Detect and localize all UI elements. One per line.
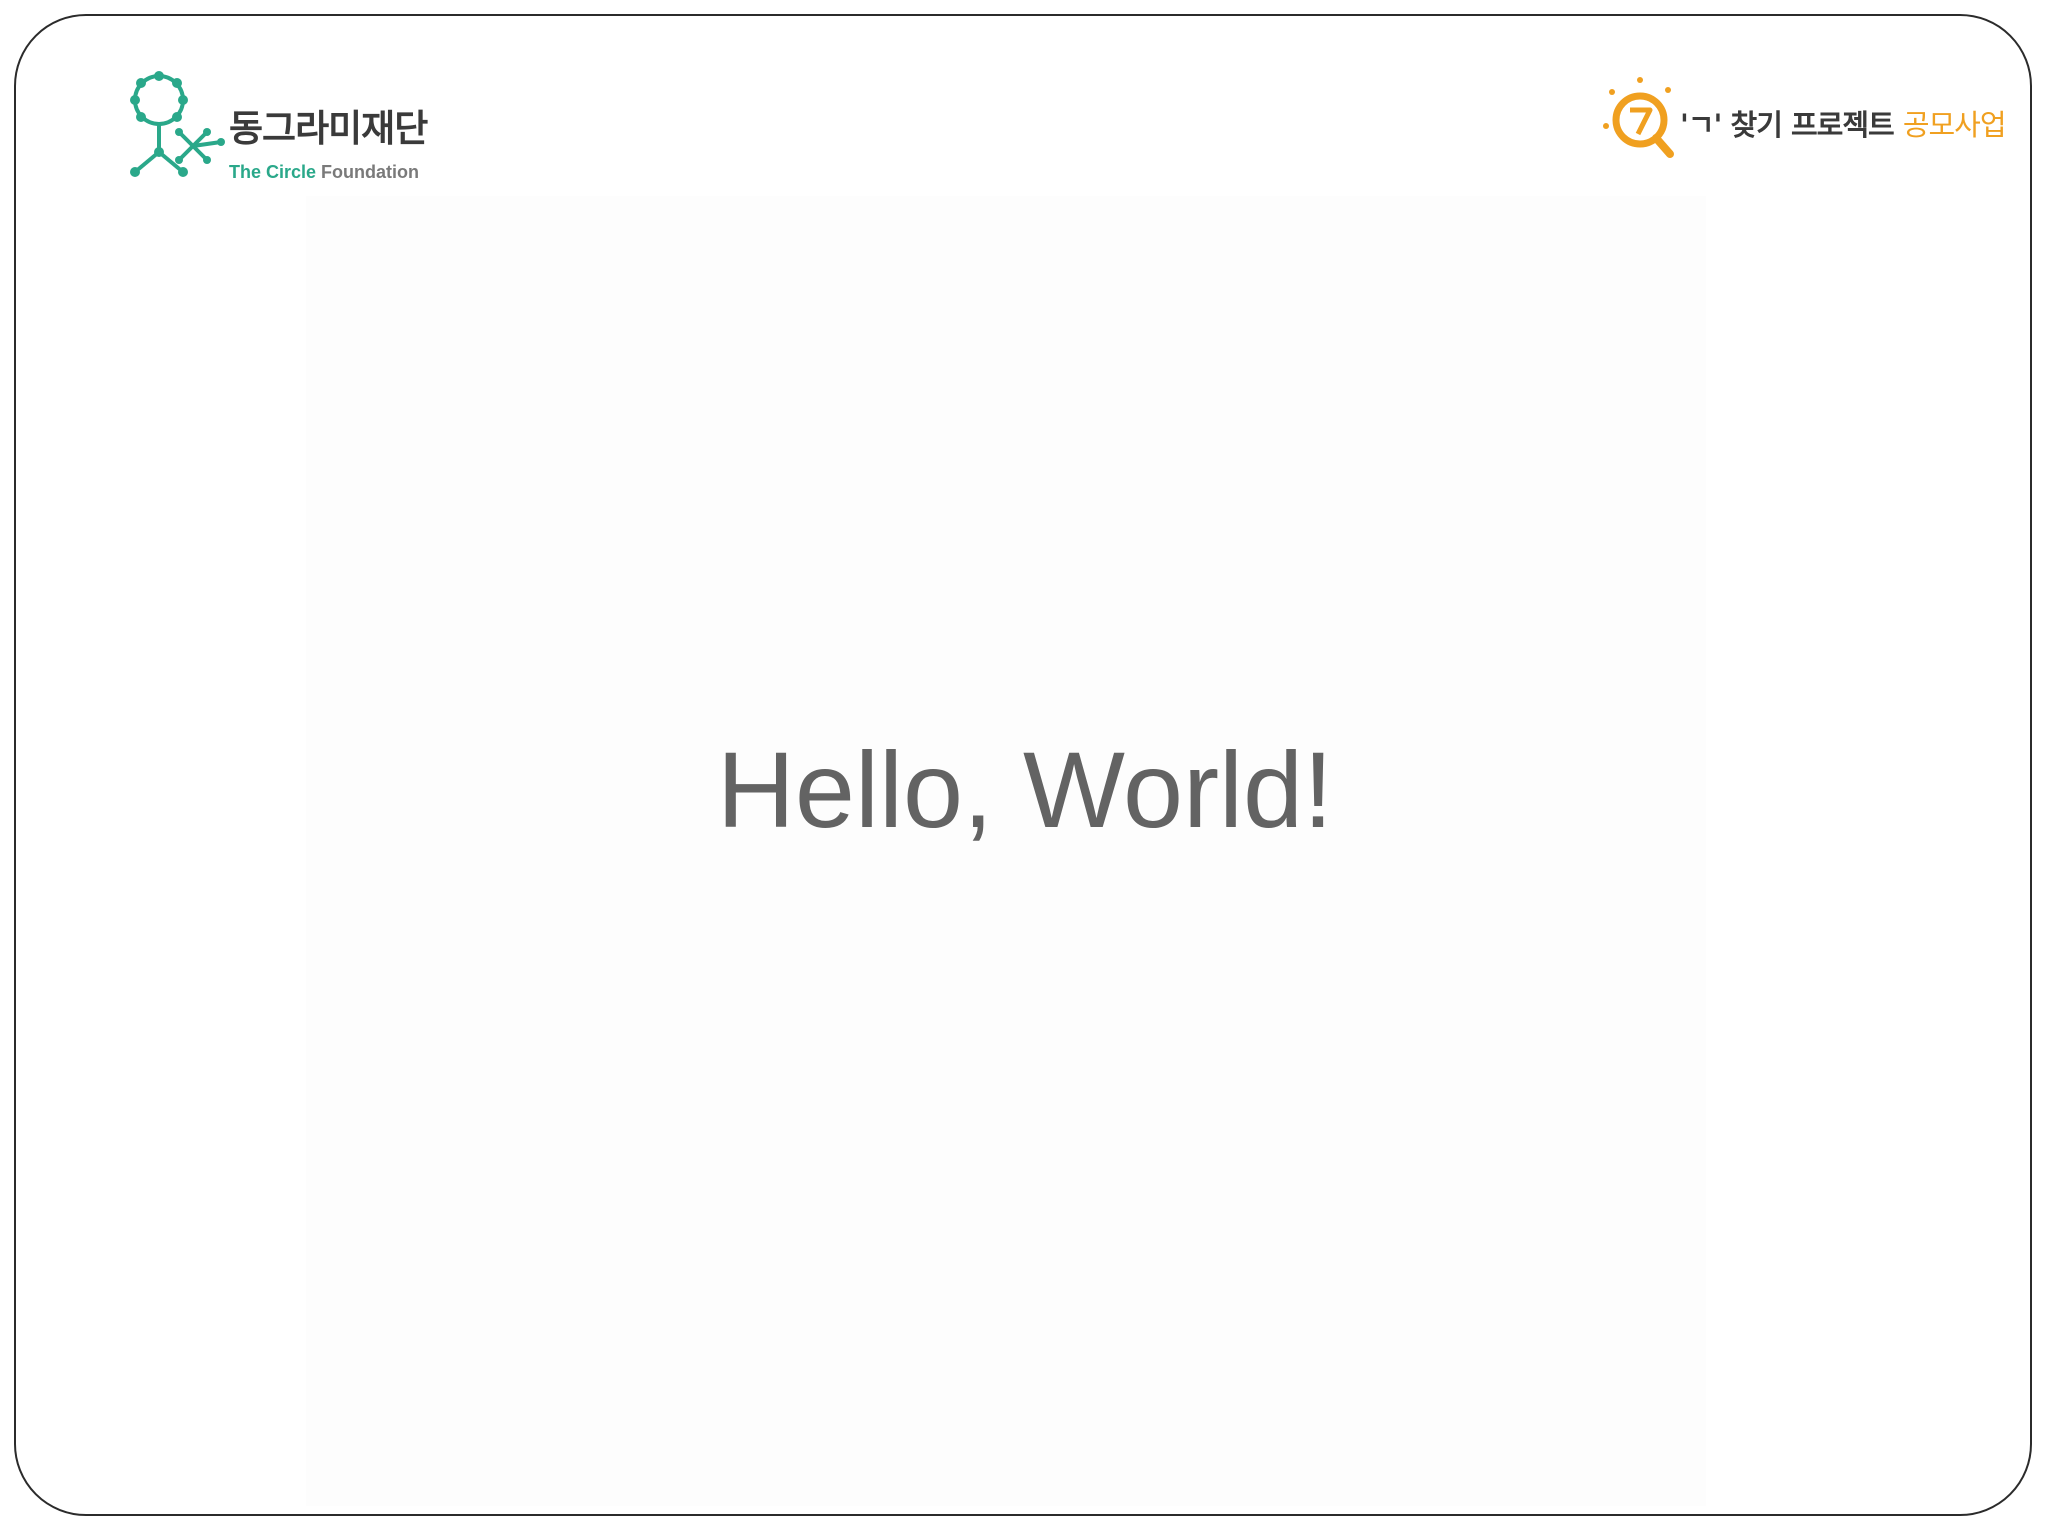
slide-headline: Hello, World!	[716, 729, 1334, 850]
foundation-english-name: The Circle Foundation	[229, 162, 419, 183]
magnifier-seven-logo-icon	[1603, 77, 1674, 158]
project-suffix: 공모사업	[1902, 108, 2007, 142]
project-name: 'ㄱ' 찾기 프로젝트	[1680, 108, 1903, 142]
circle-figure-logo-icon	[130, 71, 225, 177]
foundation-korean-name: 동그라미재단	[229, 107, 428, 150]
foundation-english-accent: The Circle	[229, 162, 317, 182]
slide: 동그라미재단 The Circle Foundation 'ㄱ' 찾기 프로젝트…	[14, 14, 2032, 1516]
circle-foundation-logo: 동그라미재단 The Circle Foundation	[121, 70, 461, 190]
foundation-english-rest: Foundation	[316, 162, 420, 182]
project-title: 'ㄱ' 찾기 프로젝트 공모사업	[1680, 102, 2007, 144]
content-area	[306, 196, 1706, 1506]
project-logo: 'ㄱ' 찾기 프로젝트 공모사업	[1600, 74, 2007, 174]
